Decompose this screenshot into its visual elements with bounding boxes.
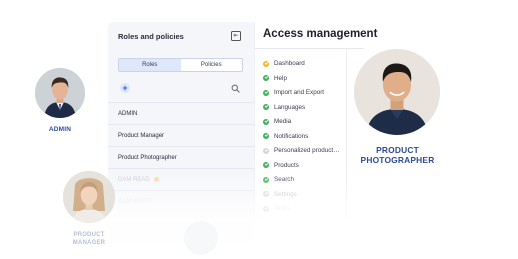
permission-label: Media [274,118,292,125]
role-label: Product Manager [118,132,165,139]
warning-icon [153,177,159,182]
role-row-product-manager[interactable]: Product Manager [108,124,254,146]
permission-label: Notifications [274,132,309,140]
permission-dashboard[interactable]: Dashboard [263,60,305,67]
role-row-admin[interactable]: ADMIN [108,102,254,124]
product-manager-avatar [63,171,115,223]
search-icon[interactable] [231,84,240,93]
permission-help[interactable]: Help [263,75,287,82]
permission-label: Search [274,176,294,183]
tab-roles[interactable]: Roles [119,59,181,71]
unchecked-icon [263,191,269,197]
admin-avatar [35,68,85,118]
tab-policies[interactable]: Policies [181,59,243,71]
role-row-dam-write[interactable]: DAM WRITE [108,190,254,212]
permission-label: Products [274,161,299,169]
check-icon [263,89,269,96]
roles-panel-title: Roles and policies [118,32,184,41]
admin-label: ADMIN [48,126,72,133]
check-icon [263,104,269,110]
permission-notifications[interactable]: Notifications [263,133,308,140]
permission-label: Personalized product… [274,147,340,154]
role-row-product-photographer[interactable]: Product Photographer [108,146,254,168]
permission-products[interactable]: Products [263,162,299,169]
label-line: PHOTOGRAPHER [360,155,435,165]
permission-import-export[interactable]: Import and Export [263,89,324,96]
permission-label: Dashboard [274,60,305,67]
roles-panel: Roles and policies ⇤ Roles Policies + AD… [108,22,254,244]
access-management-title: Access management [263,28,378,40]
check-icon [263,118,269,125]
ghost-avatar [184,221,218,255]
product-manager-label: PRODUCT MANAGER [58,231,120,247]
permission-settings[interactable]: Settings [263,191,297,198]
permission-label: Help [274,74,287,82]
label-line: PRODUCT [376,145,419,155]
permission-search[interactable]: Search [263,176,294,183]
product-photographer-avatar [354,49,440,135]
permission-label: Settings [274,190,297,198]
check-icon [263,162,269,168]
permission-media[interactable]: Media [263,118,291,125]
unchecked-icon [263,147,269,154]
access-management-illustration: Roles and policies ⇤ Roles Policies + AD… [0,0,518,259]
role-label: DAM READ [118,176,150,183]
roles-policies-toggle: Roles Policies [118,58,243,72]
add-role-button[interactable]: + [120,83,130,93]
role-label: ADMIN [118,110,138,117]
product-photographer-label: PRODUCT PHOTOGRAPHER [350,145,445,165]
check-icon [263,205,269,212]
check-icon [263,176,269,183]
divider [254,48,364,49]
check-icon [263,133,269,139]
permission-label: Tasks [274,205,291,212]
permission-label: Import and Export [274,89,325,96]
permission-personalized-product[interactable]: Personalized product… [263,147,339,154]
label-line: MANAGER [72,240,106,246]
role-label: Product Photographer [118,154,177,161]
permission-tasks[interactable]: Tasks [263,205,290,212]
role-row-dam-read[interactable]: DAM READ [108,168,254,190]
permission-languages[interactable]: Languages [263,104,305,111]
plus-icon: + [122,83,128,93]
label-line: PRODUCT [73,232,105,238]
role-label: DAM WRITE [118,198,153,205]
check-icon [263,75,269,81]
panel-divider [254,22,255,218]
partial-check-icon [263,60,269,67]
panel-divider [346,48,347,218]
collapse-panel-icon[interactable]: ⇤ [231,31,241,41]
permission-label: Languages [274,103,306,111]
